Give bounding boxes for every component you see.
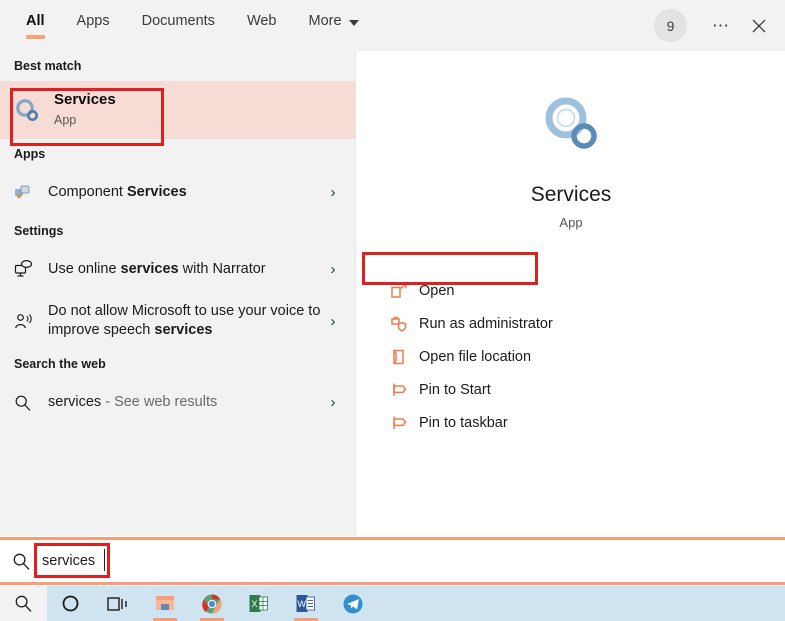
section-settings: Settings [0, 216, 355, 246]
action-open-file-location[interactable]: Open file location [379, 340, 785, 373]
taskbar: X W [0, 586, 785, 621]
services-gears-icon [14, 97, 54, 123]
chevron-right-icon[interactable]: › [325, 261, 341, 278]
result-label-match: services [121, 261, 179, 277]
google-chrome[interactable] [188, 586, 235, 621]
pin-icon [379, 381, 419, 399]
result-title: Services [54, 90, 341, 109]
preview-actions: Open Run as administrator [357, 274, 785, 439]
open-window-icon [379, 282, 419, 300]
component-services-icon [14, 184, 48, 201]
section-search-the-web: Search the web [0, 349, 355, 379]
windows-search-window: All Apps Documents Web More 9 ⋯ [0, 0, 785, 621]
result-item-services[interactable]: Services App [0, 81, 355, 139]
chevron-right-icon[interactable]: › [325, 394, 341, 411]
action-open[interactable]: Open [379, 274, 785, 307]
chevron-right-icon[interactable]: › [325, 184, 341, 201]
chevron-right-icon[interactable]: › [325, 313, 341, 330]
text-cursor [104, 549, 105, 571]
result-label: Component Services [48, 183, 325, 202]
preview-title: Services [357, 183, 785, 207]
tab-more-label: More [309, 13, 342, 29]
results-list: Best match Services App Apps [0, 51, 356, 536]
svg-text:X: X [252, 599, 258, 609]
header-actions: 9 ⋯ [654, 0, 785, 51]
shield-run-icon [379, 315, 419, 333]
action-label: Pin to Start [419, 382, 491, 398]
section-best-match: Best match [0, 51, 355, 81]
pin-icon [379, 414, 419, 432]
result-item-speech-services[interactable]: Do not allow Microsoft to use your voice… [0, 293, 355, 349]
microsoft-excel[interactable]: X [235, 586, 282, 621]
narrator-monitor-icon [14, 260, 48, 279]
tab-apps-label: Apps [77, 13, 110, 29]
close-icon[interactable] [741, 8, 777, 44]
chevron-down-icon [349, 20, 359, 26]
result-label: services - See web results [48, 393, 325, 412]
search-body: Best match Services App Apps [0, 51, 785, 536]
tab-documents[interactable]: Documents [126, 10, 231, 46]
search-bar[interactable] [0, 537, 785, 585]
tab-active-underline [26, 35, 45, 39]
tab-web-label: Web [247, 13, 277, 29]
voice-person-icon [14, 312, 48, 331]
result-item-web-services[interactable]: services - See web results › [0, 379, 355, 426]
start-button[interactable] [0, 586, 47, 621]
search-header: All Apps Documents Web More 9 ⋯ [0, 0, 785, 51]
tab-all[interactable]: All [10, 10, 61, 46]
result-label: Do not allow Microsoft to use your voice… [48, 302, 325, 340]
preview-subtitle: App [357, 215, 785, 230]
ellipsis-icon[interactable]: ⋯ [703, 8, 739, 44]
microsoft-word[interactable]: W [282, 586, 329, 621]
search-icon [14, 394, 48, 412]
result-label-prefix: Component [48, 184, 127, 200]
microsoft-store[interactable] [141, 586, 188, 621]
search-icon [0, 552, 42, 571]
result-item-component-services[interactable]: Component Services › [0, 169, 355, 216]
cortana-button[interactable] [47, 586, 94, 621]
action-label: Open [419, 283, 454, 299]
task-view-button[interactable] [94, 586, 141, 621]
services-gears-icon [357, 87, 785, 161]
action-label: Run as administrator [419, 316, 553, 332]
tab-documents-label: Documents [142, 13, 215, 29]
preview-header: Services App [357, 51, 785, 230]
result-label-match: services [154, 322, 212, 338]
result-subtitle: App [54, 111, 341, 130]
section-apps: Apps [0, 139, 355, 169]
action-pin-to-taskbar[interactable]: Pin to taskbar [379, 406, 785, 439]
filter-tabs: All Apps Documents Web More [0, 0, 375, 46]
folder-location-icon [379, 348, 419, 366]
action-run-as-administrator[interactable]: Run as administrator [379, 307, 785, 340]
avatar[interactable]: 9 [654, 9, 687, 42]
action-label: Open file location [419, 349, 531, 365]
result-item-narrator-services[interactable]: Use online services with Narrator › [0, 246, 355, 293]
search-input[interactable] [42, 540, 785, 582]
svg-text:W: W [298, 599, 307, 609]
tab-apps[interactable]: Apps [61, 10, 126, 46]
tab-web[interactable]: Web [231, 10, 293, 46]
tab-all-label: All [26, 13, 45, 29]
preview-pane: Services App Open [357, 51, 785, 536]
result-label: Use online services with Narrator [48, 260, 325, 279]
avatar-label: 9 [667, 18, 675, 34]
action-pin-to-start[interactable]: Pin to Start [379, 373, 785, 406]
tab-more[interactable]: More [293, 10, 375, 46]
result-label-hint: - See web results [101, 394, 217, 410]
action-label: Pin to taskbar [419, 415, 508, 431]
result-label-match: Services [127, 184, 187, 200]
telegram[interactable] [329, 586, 376, 621]
